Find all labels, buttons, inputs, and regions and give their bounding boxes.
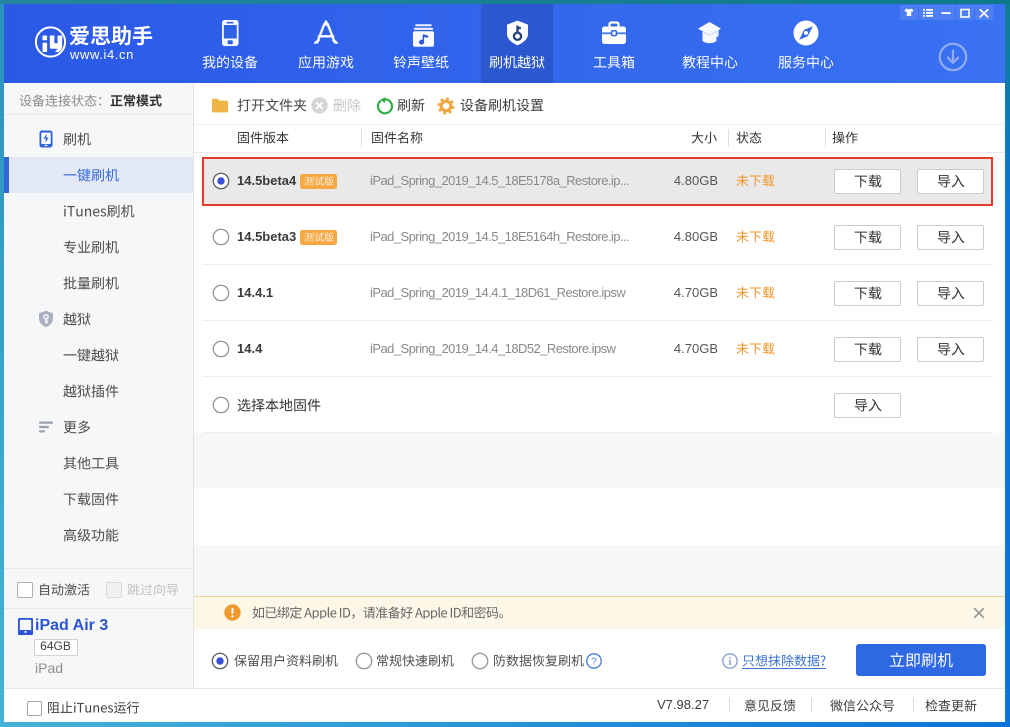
svg-text:?: ? <box>591 656 597 667</box>
